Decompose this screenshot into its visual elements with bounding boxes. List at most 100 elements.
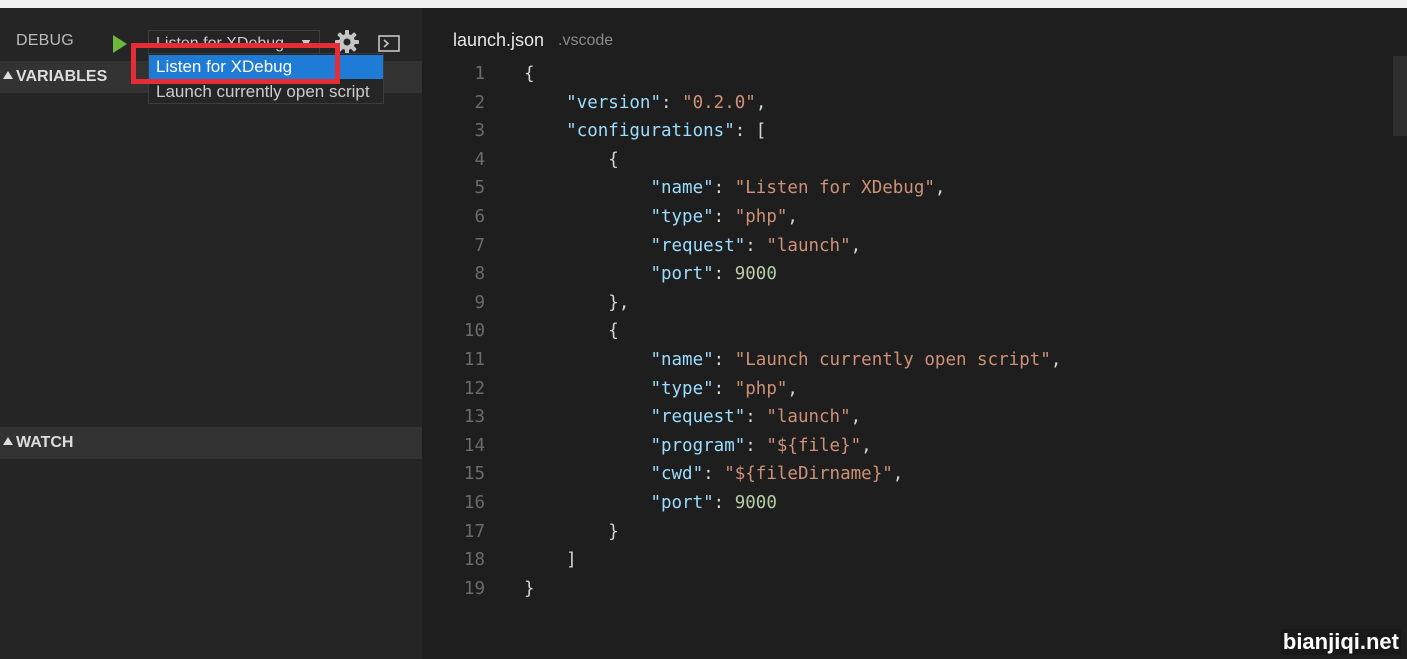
code-token: "port" [650, 264, 714, 285]
code-line[interactable]: 3 "configurations": [ [422, 117, 1407, 146]
line-text: "cwd": "${fileDirname}", [524, 460, 903, 489]
code-token: , [892, 464, 904, 485]
code-token: , [934, 178, 946, 199]
code-token: "version" [566, 92, 661, 113]
line-number: 4 [474, 149, 485, 170]
code-line[interactable]: 14 "program": "${file}", [422, 432, 1407, 461]
line-number: 11 [463, 349, 485, 370]
line-number: 2 [474, 92, 485, 113]
collapse-arrow-icon [3, 437, 13, 445]
line-text: { [524, 60, 535, 89]
code-token: } [524, 578, 535, 599]
line-number: 5 [474, 178, 485, 199]
line-number: 6 [474, 206, 485, 227]
line-number: 18 [463, 550, 485, 571]
code-line[interactable]: 4 { [422, 146, 1407, 175]
collapse-arrow-icon [3, 71, 13, 79]
code-line[interactable]: 11 "name": "Launch currently open script… [422, 346, 1407, 375]
watermark: bianjiqi.net [1280, 629, 1401, 655]
code-token: } [524, 521, 619, 542]
line-number: 14 [463, 435, 485, 456]
code-line[interactable]: 8 "port": 9000 [422, 260, 1407, 289]
code-token: "launch" [766, 407, 851, 428]
code-line[interactable]: 5 "name": "Listen for XDebug", [422, 174, 1407, 203]
code-area[interactable]: 1{2 "version": "0.2.0", 3 "configurations… [422, 60, 1407, 603]
code-token: "php" [734, 206, 788, 227]
code-token: "request" [650, 407, 746, 428]
code-line[interactable]: 6 "type": "php", [422, 203, 1407, 232]
code-line[interactable]: 1{ [422, 60, 1407, 89]
code-line[interactable]: 10 { [422, 317, 1407, 346]
editor-tab-filename[interactable]: launch.json [453, 30, 544, 51]
code-token: "configurations" [566, 121, 735, 142]
code-line[interactable]: 2 "version": "0.2.0", [422, 89, 1407, 118]
line-number: 15 [463, 464, 485, 485]
line-text: } [524, 518, 619, 547]
code-token: "request" [650, 235, 746, 256]
code-line[interactable]: 16 "port": 9000 [422, 489, 1407, 518]
line-number: 1 [474, 64, 485, 84]
line-text: "port": 9000 [524, 260, 777, 289]
code-token: : [713, 178, 735, 199]
code-token: , [787, 206, 798, 227]
code-token: , [850, 235, 862, 256]
code-token: "name" [650, 178, 714, 199]
debug-view-title: DEBUG [16, 32, 74, 49]
code-line[interactable]: 9 }, [422, 289, 1407, 318]
debug-console-icon[interactable] [378, 35, 400, 52]
watch-section-header[interactable]: WATCH [0, 427, 422, 459]
code-token: "type" [650, 378, 714, 399]
code-line[interactable]: 18 ] [422, 546, 1407, 575]
code-token: 9000 [734, 264, 777, 285]
line-text: "name": "Launch currently open script", [524, 346, 1061, 375]
code-token: "launch" [766, 235, 851, 256]
code-token: "${fileDirname}" [724, 464, 893, 485]
code-token: { [524, 64, 535, 84]
code-token: : [660, 92, 683, 113]
code-line[interactable]: 19} [422, 575, 1407, 604]
code-line[interactable]: 15 "cwd": "${fileDirname}", [422, 460, 1407, 489]
code-token: , [861, 435, 872, 456]
code-token: : [713, 264, 735, 285]
line-text: "program": "${file}", [524, 432, 872, 461]
code-token: : [713, 349, 735, 370]
line-text: "version": "0.2.0", [524, 89, 766, 118]
code-token: : [713, 492, 735, 513]
debug-sidebar: DEBUG Listen for XDebug ▼ VARIABLES WATC… [0, 8, 422, 659]
line-text: "request": "launch", [524, 403, 861, 432]
code-line[interactable]: 7 "request": "launch", [422, 232, 1407, 261]
line-text: "port": 9000 [524, 489, 777, 518]
line-text: }, [524, 289, 629, 318]
code-token: { [524, 149, 619, 170]
code-token: "Launch currently open script" [734, 349, 1051, 370]
code-line[interactable]: 12 "type": "php", [422, 375, 1407, 404]
code-token: "php" [734, 378, 788, 399]
line-number: 16 [463, 492, 485, 513]
watch-section-label: WATCH [16, 434, 74, 451]
code-token: "0.2.0" [682, 92, 756, 113]
code-line[interactable]: 13 "request": "launch", [422, 403, 1407, 432]
code-token: "type" [650, 206, 714, 227]
editor-pane: launch.json .vscode 1{2 "version": "0.2.… [422, 8, 1407, 659]
code-token: "Listen for XDebug" [734, 178, 935, 199]
play-icon[interactable] [113, 35, 127, 53]
code-line[interactable]: 17 } [422, 518, 1407, 547]
code-token: "program" [650, 435, 746, 456]
line-number: 9 [474, 292, 485, 313]
editor-tab-path: .vscode [558, 32, 614, 49]
line-number: 19 [463, 578, 485, 599]
code-token: , [850, 407, 862, 428]
line-number: 12 [463, 378, 485, 399]
line-text: { [524, 146, 619, 175]
line-text: "request": "launch", [524, 232, 861, 261]
code-token: , [1050, 349, 1062, 370]
editor-scrollbar[interactable] [1393, 56, 1407, 136]
code-token: 9000 [734, 492, 777, 513]
